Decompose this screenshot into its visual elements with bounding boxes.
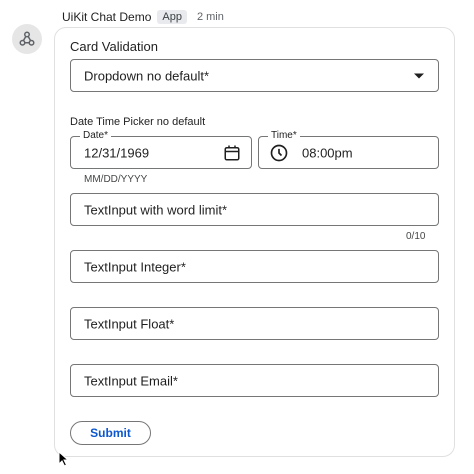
dropdown-arrow-icon (414, 73, 424, 78)
time-floating-label: Time* (268, 130, 300, 142)
mouse-cursor-icon (58, 451, 70, 467)
integer-input-label: TextInput Integer* (84, 259, 186, 274)
word-limit-input[interactable]: TextInput with word limit* (70, 193, 439, 226)
submit-button[interactable]: Submit (70, 421, 151, 445)
date-format-hint: MM/DD/YYYY (84, 174, 148, 185)
app-avatar[interactable] (12, 24, 42, 54)
word-limit-input-label: TextInput with word limit* (84, 202, 228, 217)
message-timestamp: 2 min (196, 11, 224, 23)
email-input[interactable]: TextInput Email* (70, 364, 439, 397)
integer-input[interactable]: TextInput Integer* (70, 250, 439, 283)
calendar-icon[interactable] (223, 144, 241, 162)
time-value: 08:00pm (302, 145, 353, 160)
date-time-section-label: Date Time Picker no default (70, 116, 206, 128)
webhook-icon (19, 31, 35, 46)
float-input-label: TextInput Float* (84, 316, 175, 331)
sender-name: UiKit Chat Demo (62, 10, 152, 24)
dropdown-label: Dropdown no default* (84, 68, 210, 83)
date-floating-label: Date* (80, 130, 112, 142)
date-value: 12/31/1969 (84, 145, 150, 160)
card-title: Card Validation (70, 39, 158, 54)
float-input[interactable]: TextInput Float* (70, 307, 439, 340)
message-header: UiKit Chat Demo App 2 min (62, 9, 224, 25)
word-count-counter: 0/10 (406, 231, 426, 242)
clock-icon[interactable] (269, 143, 289, 163)
email-input-label: TextInput Email* (84, 373, 178, 388)
dropdown-field[interactable]: Dropdown no default* (70, 59, 439, 92)
date-field[interactable]: Date* 12/31/1969 (70, 130, 252, 169)
app-badge: App (157, 10, 187, 24)
time-field[interactable]: Time* 08:00pm (258, 130, 439, 169)
